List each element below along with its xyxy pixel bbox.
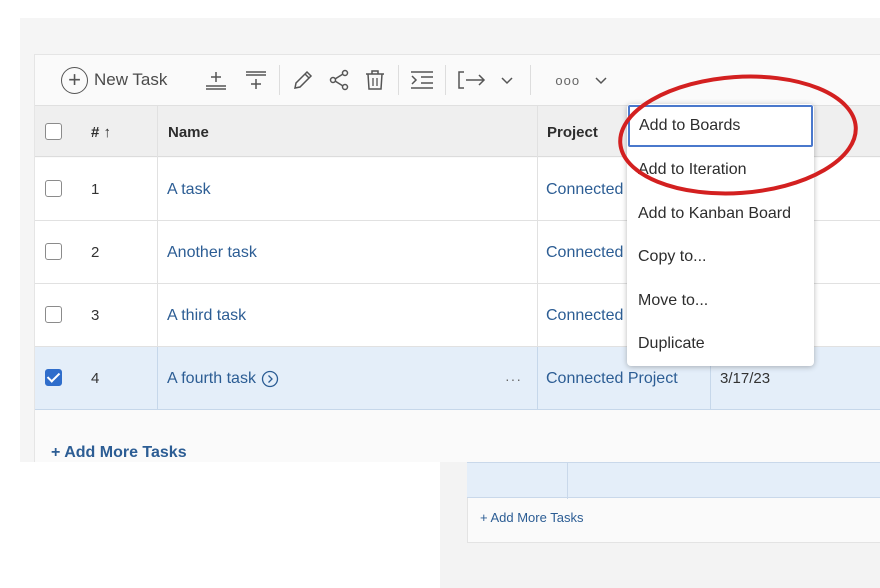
task-name-link[interactable]: Another task (167, 221, 257, 284)
column-divider (537, 347, 538, 410)
task-name-link[interactable]: A third task (167, 284, 246, 347)
row-number: 3 (91, 307, 100, 324)
chevron-down-icon[interactable] (494, 65, 520, 95)
edit-icon[interactable] (290, 65, 316, 95)
menu-item-add-to-kanban-board[interactable]: Add to Kanban Board (627, 192, 814, 236)
toolbar: + New Task ooo (35, 55, 880, 105)
more-actions-menu: Add to Boards Add to Iteration Add to Ka… (627, 104, 814, 366)
new-task-button[interactable]: + New Task (61, 66, 168, 94)
column-divider (537, 106, 538, 158)
column-divider (537, 221, 538, 284)
background-column-divider (567, 463, 568, 499)
task-name-text: A fourth task (167, 369, 256, 387)
new-task-label: New Task (94, 70, 168, 89)
share-icon[interactable] (326, 65, 352, 95)
toolbar-divider (398, 65, 400, 95)
delete-icon[interactable] (362, 65, 388, 95)
indent-icon[interactable] (409, 65, 435, 95)
column-divider (157, 284, 158, 347)
move-icon[interactable] (456, 65, 488, 95)
insert-below-icon[interactable] (243, 65, 269, 95)
menu-item-duplicate[interactable]: Duplicate (627, 322, 814, 366)
project-link[interactable]: Connected (546, 221, 623, 284)
project-link[interactable]: Connected (546, 158, 623, 221)
column-divider (537, 284, 538, 347)
project-link[interactable]: Connected (546, 284, 623, 347)
column-divider (537, 158, 538, 221)
background-selected-row (467, 462, 880, 499)
background-add-more-tasks-link[interactable]: + Add More Tasks (480, 510, 583, 525)
chevron-down-icon[interactable] (588, 65, 614, 95)
row-checkbox[interactable] (45, 243, 62, 260)
toolbar-divider (279, 65, 281, 95)
menu-item-move-to[interactable]: Move to... (627, 279, 814, 323)
row-checkbox-checked[interactable] (45, 369, 62, 386)
row-number: 1 (91, 181, 100, 198)
row-actions-icon[interactable]: ··· (505, 347, 522, 410)
screenshot-stage: + Add More Tasks + New Task ooo # ↑ Name… (0, 0, 880, 588)
window-top-bar (20, 18, 880, 54)
background-footer (467, 542, 880, 588)
column-divider (157, 106, 158, 158)
column-header-name[interactable]: Name (168, 106, 209, 158)
column-header-project[interactable]: Project (547, 106, 598, 158)
column-divider (157, 347, 158, 410)
row-checkbox[interactable] (45, 180, 62, 197)
column-divider (157, 158, 158, 221)
insert-above-icon[interactable] (203, 65, 229, 95)
plus-circle-icon: + (61, 66, 88, 94)
row-number: 2 (91, 244, 100, 261)
menu-item-add-to-iteration[interactable]: Add to Iteration (627, 148, 814, 192)
column-divider (157, 221, 158, 284)
task-name-link[interactable]: A fourth task (167, 347, 279, 410)
more-icon[interactable]: ooo (555, 73, 580, 88)
row-checkbox[interactable] (45, 306, 62, 323)
toolbar-divider (530, 65, 532, 95)
task-name-link[interactable]: A task (167, 158, 211, 221)
row-number: 4 (91, 370, 100, 387)
menu-item-add-to-boards[interactable]: Add to Boards (628, 105, 813, 147)
add-more-tasks-link[interactable]: + Add More Tasks (51, 444, 187, 462)
menu-item-copy-to[interactable]: Copy to... (627, 235, 814, 279)
select-all-checkbox[interactable] (45, 123, 62, 140)
column-header-number[interactable]: # ↑ (91, 106, 111, 158)
open-details-icon[interactable] (261, 370, 279, 388)
toolbar-divider (445, 65, 447, 95)
